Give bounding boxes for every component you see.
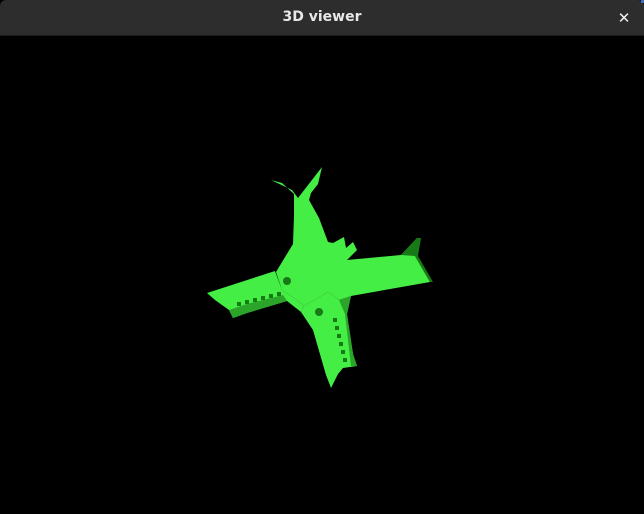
- close-icon: ✕: [617, 9, 631, 27]
- window-title: 3D viewer: [282, 9, 362, 25]
- tail-fin: [271, 167, 430, 306]
- viewer-window: 3D viewer ✕: [0, 0, 644, 514]
- right-engine: [315, 308, 323, 316]
- airplane-model: [207, 167, 433, 388]
- 3d-viewport[interactable]: [1, 36, 643, 513]
- close-button[interactable]: ✕: [612, 6, 636, 30]
- left-engine: [283, 277, 291, 285]
- model-render: [207, 167, 433, 388]
- title-bar[interactable]: 3D viewer ✕: [0, 0, 644, 36]
